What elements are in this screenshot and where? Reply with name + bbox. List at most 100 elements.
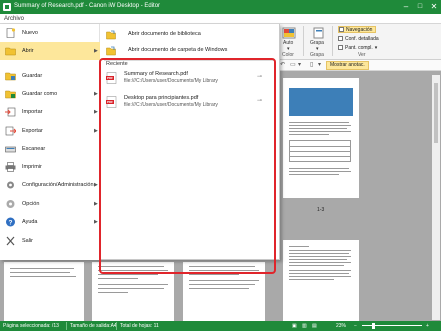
menu-item-exportar[interactable]: Exportar ▶ bbox=[0, 122, 100, 140]
menu-item-imprimir[interactable]: Imprimir bbox=[0, 158, 100, 176]
detailed-settings-check[interactable]: Conf. detallada bbox=[338, 35, 379, 42]
recent-file-path: file:///C:/Users/user/Documents/My Libra… bbox=[124, 102, 218, 108]
app-icon bbox=[3, 3, 11, 11]
menu-item-importar[interactable]: Importar ▶ bbox=[0, 103, 100, 121]
status-bar: Página seleccionada: /13 Tamaño de salid… bbox=[0, 321, 441, 331]
status-separator bbox=[66, 322, 67, 330]
menu-item-opcion[interactable]: Opción ▶ bbox=[0, 195, 100, 213]
menu-item-salir[interactable]: Salir bbox=[0, 232, 100, 250]
staple-icon[interactable] bbox=[312, 27, 326, 39]
page-thumbnail[interactable] bbox=[283, 240, 359, 321]
help-icon: ? bbox=[6, 217, 15, 227]
dropdown-icon[interactable]: ▾ bbox=[318, 62, 324, 68]
arrow-back-icon[interactable]: ↶ bbox=[280, 62, 286, 68]
fullscreen-label: Pant. compl. bbox=[345, 44, 373, 51]
status-separator bbox=[116, 322, 117, 330]
menu-item-ayuda[interactable]: ? Ayuda ▶ bbox=[0, 213, 100, 231]
checkbox-icon bbox=[338, 45, 343, 50]
title-bar: Summary of Research.pdf - Canon iW Deskt… bbox=[0, 0, 441, 14]
ribbon-separator bbox=[332, 26, 333, 56]
recent-files-heading: Reciente bbox=[106, 61, 128, 67]
pages-icon[interactable]: ▯ bbox=[310, 62, 316, 68]
page-thumbnail[interactable] bbox=[283, 78, 359, 198]
menu-item-escanear[interactable]: Escanear bbox=[0, 140, 100, 158]
menu-item-label: Configuración/Administración bbox=[22, 182, 94, 188]
color-group-label: Color bbox=[282, 52, 294, 58]
open-windows-folder-document[interactable]: Abrir documento de carpeta de Windows bbox=[106, 44, 276, 58]
chevron-down-icon[interactable]: ▾ bbox=[375, 45, 378, 51]
total-pages-status: Total de hojas: 11 bbox=[120, 323, 159, 329]
menu-item-label: Ayuda bbox=[22, 219, 38, 225]
submenu-arrow-icon: ▶ bbox=[94, 48, 98, 54]
menu-item-label: Importar bbox=[22, 109, 43, 115]
menu-item-label: Nuevo bbox=[22, 30, 38, 36]
menu-item-configuracion[interactable]: Configuración/Administración ▶ bbox=[0, 176, 100, 194]
save-as-icon bbox=[5, 90, 16, 99]
menu-item-guardar-como[interactable]: Guardar como ▶ bbox=[0, 85, 100, 103]
grapa-group-label: Grapa bbox=[310, 52, 324, 58]
open-windows-folder-icon bbox=[106, 46, 116, 56]
single-page-view-icon[interactable]: ▣ bbox=[292, 323, 297, 329]
recent-file-item[interactable]: PDF Desktop para principiantes.pdf file:… bbox=[104, 94, 272, 116]
open-library-document[interactable]: Abrir documento de biblioteca bbox=[106, 28, 276, 42]
close-button[interactable]: ✕ bbox=[427, 0, 441, 14]
show-annotations-button[interactable]: Mostrar anotac. bbox=[326, 61, 369, 70]
zoom-slider-handle[interactable] bbox=[372, 323, 375, 329]
menu-item-label: Guardar como bbox=[22, 91, 58, 97]
open-folder-icon bbox=[5, 47, 16, 56]
exit-icon bbox=[6, 236, 15, 246]
zoom-slider[interactable] bbox=[362, 325, 422, 326]
checkbox-icon bbox=[338, 36, 343, 41]
checkbox-icon bbox=[339, 27, 344, 32]
submenu-arrow-icon: ▶ bbox=[94, 201, 98, 207]
recent-file-path: file:///C:/Users/user/Documents/My Libra… bbox=[124, 78, 218, 84]
menu-item-nuevo[interactable]: Nuevo bbox=[0, 24, 100, 42]
page-photo bbox=[289, 88, 353, 116]
file-menu: Nuevo Abrir ▶ Guardar Guardar como ▶ Imp… bbox=[0, 24, 280, 274]
pin-icon[interactable]: ⊸ bbox=[257, 73, 262, 80]
export-icon bbox=[5, 126, 16, 136]
selected-page-status: Página seleccionada: /13 bbox=[3, 323, 59, 329]
dropdown-icon[interactable]: ▾ bbox=[298, 62, 304, 68]
page-icon[interactable]: ▭ bbox=[290, 62, 296, 68]
menu-item-abrir[interactable]: Abrir ▶ bbox=[0, 42, 100, 60]
recent-file-name: Desktop para principiantes.pdf bbox=[124, 95, 199, 101]
book-view-icon[interactable]: ▤ bbox=[312, 323, 317, 329]
window-title: Summary of Research.pdf - Canon iW Deskt… bbox=[14, 3, 161, 9]
menu-item-label: Escanear bbox=[22, 146, 46, 152]
archivo-menu[interactable]: Archivo bbox=[4, 16, 24, 22]
detailed-settings-label: Conf. detallada bbox=[345, 35, 379, 42]
two-page-view-icon[interactable]: ▥ bbox=[302, 323, 307, 329]
minimize-button[interactable]: – bbox=[399, 0, 413, 14]
fullscreen-check[interactable]: Pant. compl. ▾ bbox=[338, 44, 377, 51]
gear-icon bbox=[7, 181, 14, 189]
maximize-button[interactable]: □ bbox=[413, 0, 427, 14]
pdf-file-icon: PDF bbox=[106, 72, 117, 84]
navigation-check[interactable]: Navegación bbox=[338, 26, 377, 33]
zoom-in-icon[interactable]: + bbox=[426, 323, 429, 329]
zoom-out-icon[interactable]: − bbox=[354, 323, 357, 329]
pin-icon[interactable]: ⊸ bbox=[257, 97, 262, 104]
menu-item-label: Imprimir bbox=[22, 164, 42, 170]
submenu-arrow-icon: ▶ bbox=[94, 109, 98, 115]
menu-item-guardar[interactable]: Guardar bbox=[0, 67, 100, 85]
scrollbar-thumb[interactable] bbox=[434, 83, 438, 143]
recent-file-item[interactable]: PDF Summary of Research.pdf file:///C:/U… bbox=[104, 70, 272, 92]
open-library-label: Abrir documento de biblioteca bbox=[128, 31, 201, 37]
open-windows-label: Abrir documento de carpeta de Windows bbox=[128, 47, 228, 53]
svg-text:?: ? bbox=[9, 219, 13, 226]
svg-text:PDF: PDF bbox=[107, 100, 113, 104]
zoom-level: 23% bbox=[336, 323, 347, 329]
menu-item-label: Exportar bbox=[22, 128, 43, 134]
open-library-icon bbox=[106, 30, 116, 40]
scan-icon bbox=[5, 146, 16, 153]
new-document-icon bbox=[6, 28, 16, 38]
vertical-scrollbar[interactable] bbox=[432, 75, 440, 320]
option-icon bbox=[6, 200, 15, 208]
recent-file-name: Summary of Research.pdf bbox=[124, 71, 188, 77]
page-number-label: 1-3 bbox=[317, 207, 325, 213]
navigation-check-label: Navegación bbox=[346, 26, 373, 33]
submenu-arrow-icon: ▶ bbox=[94, 128, 98, 134]
page-thumbnail[interactable] bbox=[4, 262, 84, 321]
color-auto-icon[interactable] bbox=[282, 27, 296, 39]
